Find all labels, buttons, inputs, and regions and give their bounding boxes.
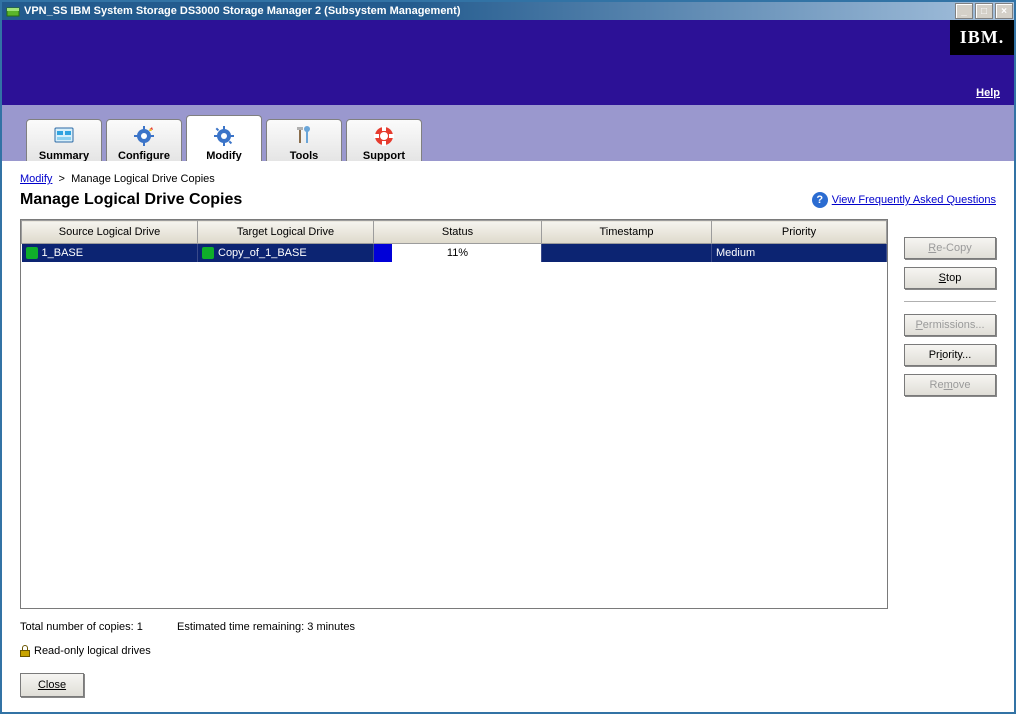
page-title: Manage Logical Drive Copies — [20, 191, 242, 209]
eta-label: Estimated time remaining: — [177, 621, 304, 633]
action-button-panel: Re-Copy Stop Permissions... Priority... … — [904, 219, 996, 609]
drive-icon — [26, 247, 38, 259]
col-status[interactable]: Status — [374, 221, 542, 244]
stop-button[interactable]: Stop — [904, 267, 996, 289]
main-tabs: Summary Configure — [2, 105, 1014, 166]
window-title: VPN_SS IBM System Storage DS3000 Storage… — [24, 5, 954, 17]
total-copies-value: 1 — [137, 621, 143, 633]
priority-button[interactable]: Priority... — [904, 344, 996, 366]
breadcrumb: Modify > Manage Logical Drive Copies — [20, 173, 996, 185]
drive-icon — [202, 247, 214, 259]
close-window-button[interactable]: × — [995, 3, 1013, 19]
cell-source: 1_BASE — [42, 247, 84, 259]
tab-modify[interactable]: Modify — [186, 115, 262, 165]
help-icon: ? — [812, 192, 828, 208]
brand-header: IBM. Help — [2, 20, 1014, 105]
table-row[interactable]: 1_BASE Copy_of_1_BASE 11% — [22, 244, 887, 263]
cell-priority: Medium — [716, 247, 755, 259]
tab-support[interactable]: Support — [346, 119, 422, 165]
close-button[interactable]: Close — [20, 673, 84, 697]
tab-tools[interactable]: Tools — [266, 119, 342, 165]
tools-icon — [292, 124, 316, 148]
permissions-button[interactable]: Permissions... — [904, 314, 996, 336]
tab-configure[interactable]: Configure — [106, 119, 182, 165]
col-target[interactable]: Target Logical Drive — [198, 221, 374, 244]
gear-icon — [212, 124, 236, 148]
breadcrumb-root-link[interactable]: Modify — [20, 173, 52, 185]
tab-summary[interactable]: Summary — [26, 119, 102, 165]
faq-link[interactable]: View Frequently Asked Questions — [832, 194, 996, 206]
maximize-button[interactable]: □ — [975, 3, 993, 19]
summary-line: Total number of copies: 1 Estimated time… — [20, 621, 996, 633]
cell-target: Copy_of_1_BASE — [218, 247, 307, 259]
ibm-logo: IBM. — [950, 20, 1014, 55]
app-icon — [6, 4, 20, 18]
total-copies-label: Total number of copies: — [20, 621, 134, 633]
col-source[interactable]: Source Logical Drive — [22, 221, 198, 244]
minimize-button[interactable]: _ — [955, 3, 973, 19]
recopy-button[interactable]: Re-Copy — [904, 237, 996, 259]
lock-icon — [20, 645, 30, 657]
readonly-label: Read-only logical drives — [34, 645, 151, 657]
help-link[interactable]: Help — [976, 87, 1000, 99]
copies-table-container: Source Logical Drive Target Logical Driv… — [20, 219, 888, 609]
copies-table: Source Logical Drive Target Logical Driv… — [21, 220, 887, 262]
window-titlebar: VPN_SS IBM System Storage DS3000 Storage… — [2, 2, 1014, 20]
breadcrumb-separator: > — [59, 173, 65, 185]
col-timestamp[interactable]: Timestamp — [542, 221, 712, 244]
gear-star-icon — [132, 124, 156, 148]
lifebuoy-icon — [372, 124, 396, 148]
breadcrumb-current: Manage Logical Drive Copies — [71, 173, 215, 185]
remove-button[interactable]: Remove — [904, 374, 996, 396]
eta-value: 3 minutes — [307, 621, 355, 633]
col-priority[interactable]: Priority — [712, 221, 887, 244]
summary-icon — [52, 124, 76, 148]
progress-text: 11% — [374, 244, 541, 262]
readonly-legend: Read-only logical drives — [20, 645, 996, 657]
progress-bar: 11% — [374, 244, 541, 262]
